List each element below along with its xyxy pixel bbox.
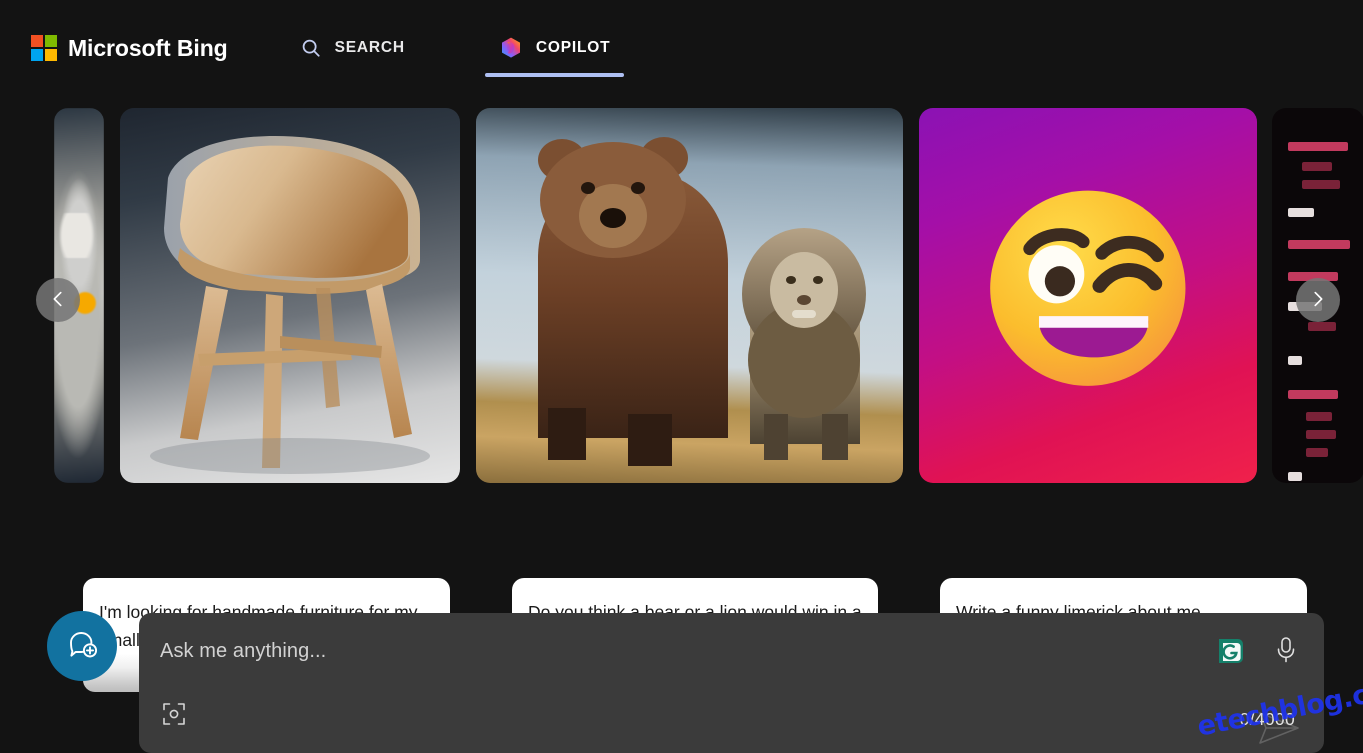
carousel-next-button[interactable]: [1296, 278, 1340, 322]
brand[interactable]: Microsoft Bing: [31, 26, 228, 70]
search-icon: [300, 37, 322, 59]
grammarly-icon[interactable]: [1216, 636, 1246, 666]
chevron-left-icon: [47, 288, 69, 313]
carousel-card-furniture[interactable]: [120, 108, 460, 483]
carousel-card-animals[interactable]: [476, 108, 903, 483]
app-header: Microsoft Bing SEARCH COPILOT: [0, 0, 1363, 96]
composer: Ask me anything... 0/4000: [0, 608, 1363, 753]
copilot-icon: [499, 36, 523, 60]
carousel-card-limerick[interactable]: [919, 108, 1257, 483]
microphone-icon[interactable]: [1272, 635, 1300, 665]
chat-input-container[interactable]: Ask me anything... 0/4000: [139, 613, 1324, 753]
chat-input-placeholder: Ask me anything...: [160, 640, 327, 662]
new-chat-button[interactable]: [47, 611, 117, 681]
tab-copilot[interactable]: COPILOT: [484, 19, 625, 77]
carousel-prev-button[interactable]: [36, 278, 80, 322]
bing-copilot-page: Microsoft Bing SEARCH COPILOT I'm lookin…: [0, 0, 1363, 753]
winking-emoji-graphic: [919, 108, 1257, 483]
wooden-armchair-photo: [120, 108, 460, 483]
microsoft-logo-icon: [31, 35, 57, 61]
tab-copilot-label: COPILOT: [535, 39, 611, 56]
chevron-right-icon: [1307, 288, 1329, 313]
tab-search[interactable]: SEARCH: [286, 19, 419, 77]
suggestion-carousel: I'm looking for handmade furniture for m…: [0, 108, 1363, 692]
main-nav: SEARCH COPILOT: [286, 18, 625, 78]
bear-and-lion-photo: [476, 108, 903, 483]
new-chat-bubble-icon: [64, 627, 100, 666]
send-paper-plane-icon[interactable]: [1250, 705, 1306, 751]
tab-search-label: SEARCH: [334, 39, 405, 56]
visual-search-camera-icon[interactable]: [161, 701, 187, 727]
brand-name: Microsoft Bing: [68, 34, 228, 61]
